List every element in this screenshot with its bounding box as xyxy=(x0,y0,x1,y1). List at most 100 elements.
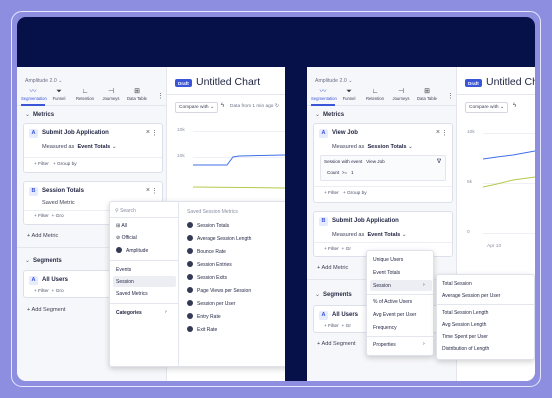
menu-item-properties[interactable]: Properties xyxy=(373,342,396,348)
measure-value: Session Totals xyxy=(367,144,407,150)
metric-card-a[interactable]: A Submit Job Application × ⋮ Measured as… xyxy=(23,123,163,173)
filter-button[interactable]: + Filter xyxy=(34,289,49,294)
filter-group-row: + Filter + Group by xyxy=(324,191,367,196)
add-segment-button[interactable]: + Add Segment xyxy=(317,341,355,347)
nav-retention[interactable]: ∟ Retention xyxy=(73,88,97,101)
metric-item[interactable]: Bounce Rate xyxy=(187,248,226,255)
submenu-item[interactable]: Average Session per User xyxy=(442,293,500,299)
group-by-button[interactable]: + Gro xyxy=(51,214,63,219)
category-amplitude[interactable]: Amplitude xyxy=(116,247,148,254)
add-metric-button[interactable]: + Add Metric xyxy=(317,265,348,271)
filter-funnel-icon[interactable]: ∇ xyxy=(437,158,441,165)
segment-name[interactable]: All Users xyxy=(42,277,68,283)
session-condition-box[interactable]: Session with event View Job ∇ Count >= 1 xyxy=(320,155,446,181)
menu-item-event-totals[interactable]: Event Totals xyxy=(373,270,400,276)
segments-header[interactable]: ⌄ Segments xyxy=(25,257,62,264)
dark-panel: Amplitude 2.0 ⌄ 〰 Segmentation ⏷ Funnel ∟ R… xyxy=(17,17,535,381)
menu-item-active-users[interactable]: % of Active Users xyxy=(373,299,412,305)
nav-label: Retention xyxy=(76,96,94,101)
metric-name[interactable]: View Job xyxy=(332,130,358,136)
filter-button[interactable]: + Filter xyxy=(324,191,339,196)
category-all[interactable]: ⊞ All xyxy=(116,223,127,229)
search-icon: ⚲ xyxy=(115,208,119,214)
chart-type-nav: 〰 Segmentation ⏷ Funnel ∟ Retention ⊣ Journe… xyxy=(21,88,149,101)
metric-name[interactable]: Submit Job Application xyxy=(42,130,109,136)
category-events[interactable]: Events xyxy=(116,267,131,273)
nav-funnel[interactable]: ⏷ Funnel xyxy=(47,88,71,101)
app-switcher[interactable]: Amplitude 2.0 ⌄ xyxy=(315,78,353,84)
menu-item-unique-users[interactable]: Unique Users xyxy=(373,257,403,263)
nav-label: Segmentation xyxy=(21,96,47,101)
measured-as-row[interactable]: Measured as Event Totals ⌄ xyxy=(332,232,407,238)
filter-button[interactable]: + Filter xyxy=(34,162,49,167)
metric-item[interactable]: Page Views per Session xyxy=(187,287,251,294)
measured-as-row[interactable]: Measured as Event Totals ⌄ xyxy=(42,144,117,150)
close-icon[interactable]: × xyxy=(436,129,440,136)
submenu-item[interactable]: Total Session Length xyxy=(442,310,488,316)
more-icon[interactable]: ⋮ xyxy=(447,92,454,100)
app-switcher[interactable]: Amplitude 2.0 ⌄ xyxy=(25,78,63,84)
metric-card-a[interactable]: A View Job × ⋮ Measured as Session Total… xyxy=(313,123,453,203)
nav-segmentation[interactable]: 〰 Segmentation xyxy=(21,88,47,101)
nav-funnel[interactable]: ⏷ Funnel xyxy=(337,88,361,101)
divider xyxy=(24,157,162,158)
nav-journeys[interactable]: ⊣ Journeys xyxy=(99,88,123,101)
with-event-value[interactable]: View Job xyxy=(366,159,385,164)
more-icon[interactable]: ⋮ xyxy=(151,187,158,195)
nav-data-table[interactable]: ⊞ Data Table xyxy=(415,88,439,101)
nav-label: Segmentation xyxy=(311,96,337,101)
metric-item[interactable]: Entry Rate xyxy=(187,313,221,320)
menu-item-session[interactable]: Session xyxy=(373,283,391,289)
metric-item[interactable]: Session Entries xyxy=(187,261,232,268)
more-icon[interactable]: ⋮ xyxy=(441,129,448,137)
measure-menu: Unique Users Event Totals Session › % of… xyxy=(366,250,434,356)
add-metric-button[interactable]: + Add Metric xyxy=(27,233,58,239)
close-icon[interactable]: × xyxy=(146,187,150,194)
metrics-header[interactable]: ⌄ Metrics xyxy=(25,111,54,118)
segment-name[interactable]: All Users xyxy=(332,312,358,318)
count-label: Count xyxy=(327,170,340,175)
category-saved-metrics[interactable]: Saved Metrics xyxy=(116,291,148,297)
group-by-button[interactable]: + Group by xyxy=(343,191,367,196)
filter-button[interactable]: + Filter xyxy=(34,214,49,219)
category-session[interactable]: Session xyxy=(116,279,134,285)
group-by-button[interactable]: + Gro xyxy=(51,289,63,294)
group-by-button[interactable]: + Gr xyxy=(341,247,350,252)
measured-as-row[interactable]: Measured as Session Totals ⌄ xyxy=(332,144,413,150)
menu-item-frequency[interactable]: Frequency xyxy=(373,325,397,331)
metric-item[interactable]: Average Session Length xyxy=(187,235,251,242)
search-input[interactable]: ⚲ Search xyxy=(115,208,136,214)
amplitude-icon xyxy=(187,300,193,306)
filter-button[interactable]: + Filter xyxy=(324,247,339,252)
more-icon[interactable]: ⋮ xyxy=(157,92,164,100)
submenu-item[interactable]: Avg Session Length xyxy=(442,322,486,328)
metric-name[interactable]: Session Totals xyxy=(42,188,84,194)
filter-button[interactable]: + Filter xyxy=(324,324,339,329)
menu-item-avg-event[interactable]: Avg Event per User xyxy=(373,312,416,318)
group-by-button[interactable]: + Group by xyxy=(53,162,77,167)
segmentation-icon: 〰 xyxy=(319,88,327,95)
metric-item[interactable]: Session per User xyxy=(187,300,235,307)
add-segment-button[interactable]: + Add Segment xyxy=(27,307,65,313)
metric-item[interactable]: Exit Rate xyxy=(187,326,217,333)
category-official[interactable]: ⊘ Official xyxy=(116,235,137,241)
submenu-item[interactable]: Total Session xyxy=(442,281,472,287)
metric-item[interactable]: Session Exits xyxy=(187,274,227,281)
nav-retention[interactable]: ∟ Retention xyxy=(363,88,387,101)
metrics-header[interactable]: ⌄ Metrics xyxy=(315,111,344,118)
nav-journeys[interactable]: ⊣ Journeys xyxy=(389,88,413,101)
metric-item[interactable]: Session Totals xyxy=(187,222,229,229)
count-operator[interactable]: >= xyxy=(342,170,347,175)
count-value[interactable]: 1 xyxy=(351,170,354,175)
metric-item-label: Entry Rate xyxy=(197,314,221,320)
submenu-item[interactable]: Time Spent per User xyxy=(442,334,488,340)
submenu-item[interactable]: Distribution of Length xyxy=(442,346,489,352)
nav-data-table[interactable]: ⊞ Data Table xyxy=(125,88,149,101)
group-by-button[interactable]: + Gr xyxy=(341,324,350,329)
more-icon[interactable]: ⋮ xyxy=(151,129,158,137)
segments-header[interactable]: ⌄ Segments xyxy=(315,291,352,298)
categories-heading[interactable]: Categories xyxy=(116,310,142,316)
close-icon[interactable]: × xyxy=(146,129,150,136)
metric-name[interactable]: Submit Job Application xyxy=(332,218,399,224)
nav-segmentation[interactable]: 〰 Segmentation xyxy=(311,88,337,101)
